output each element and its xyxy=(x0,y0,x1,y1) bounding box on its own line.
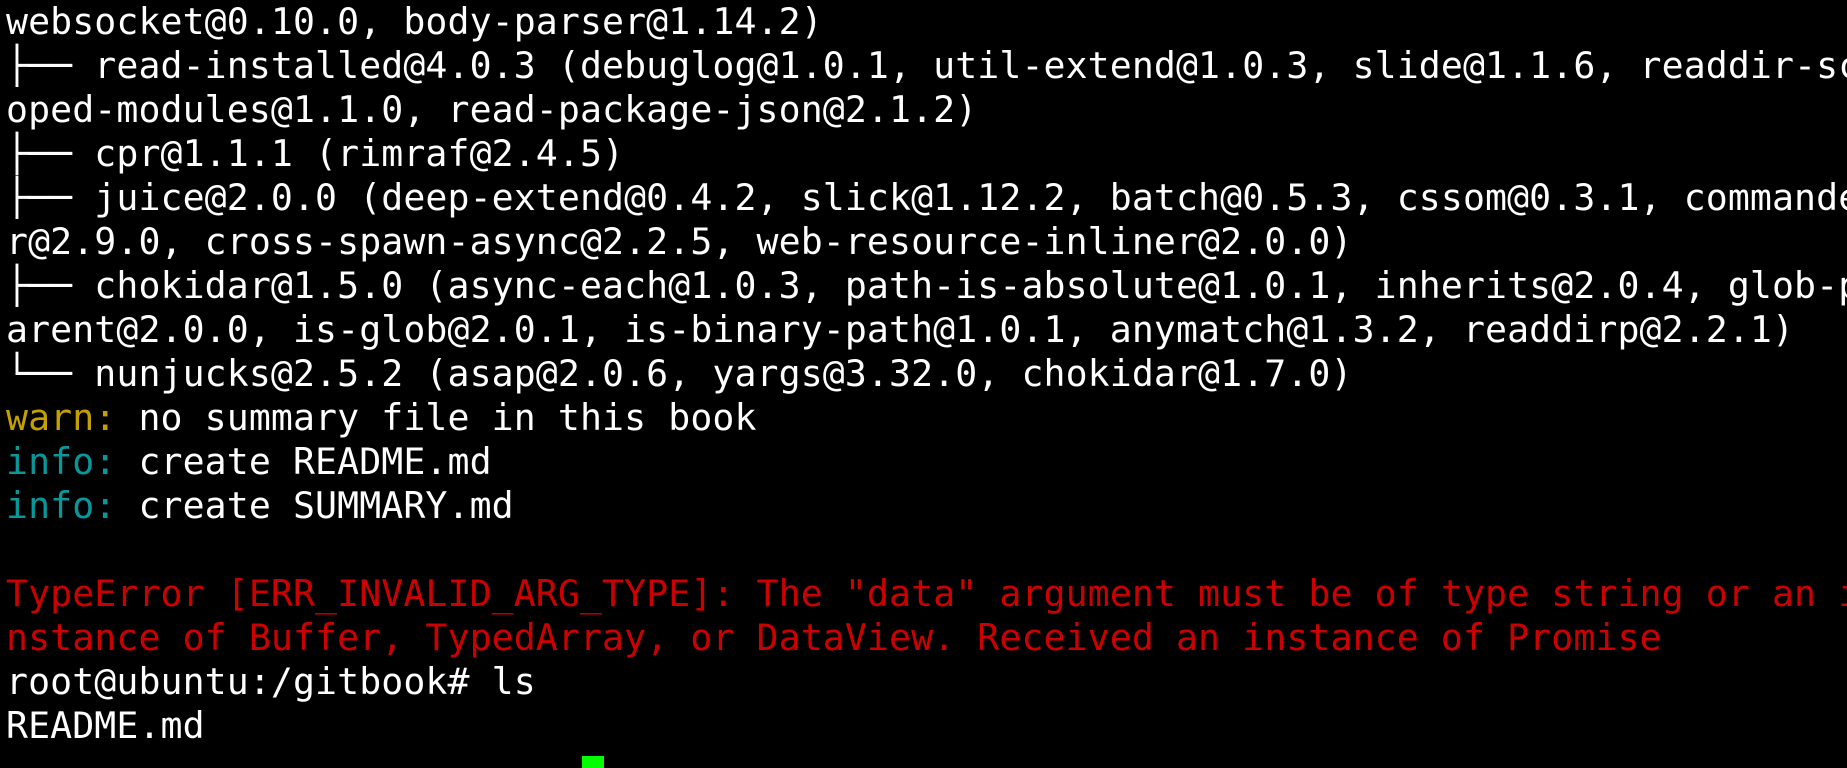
terminal-line: r@2.9.0, cross-spawn-async@2.2.5, web-re… xyxy=(6,220,1847,264)
terminal-line: info: create README.md xyxy=(6,440,1847,484)
terminal-text: README.md xyxy=(6,704,205,747)
terminal-line: ├── cpr@1.1.1 (rimraf@2.4.5) xyxy=(6,132,1847,176)
log-level-error: nstance of Buffer, TypedArray, or DataVi… xyxy=(6,616,1662,659)
log-level-error: TypeError [ERR_INVALID_ARG_TYPE]: The "d… xyxy=(6,572,1847,615)
terminal-text: arent@2.0.0, is-glob@2.0.1, is-binary-pa… xyxy=(6,308,1795,351)
terminal-text: ├── read-installed@4.0.3 (debuglog@1.0.1… xyxy=(6,44,1847,87)
terminal-text: ├── cpr@1.1.1 (rimraf@2.4.5) xyxy=(6,132,625,175)
terminal-output[interactable]: websocket@0.10.0, body-parser@1.14.2) ├──… xyxy=(6,0,1847,757)
terminal-line: oped-modules@1.1.0, read-package-json@2.… xyxy=(6,88,1847,132)
terminal-line: info: create SUMMARY.md xyxy=(6,484,1847,528)
terminal-line: ├── read-installed@4.0.3 (debuglog@1.0.1… xyxy=(6,44,1847,88)
terminal-line: └── nunjucks@2.5.2 (asap@2.0.6, yargs@3.… xyxy=(6,352,1847,396)
terminal-cursor xyxy=(582,756,604,768)
terminal-line: arent@2.0.0, is-glob@2.0.1, is-binary-pa… xyxy=(6,308,1847,352)
terminal-line: root@ubuntu:/gitbook# ls xyxy=(6,660,1847,704)
terminal-text: oped-modules@1.1.0, read-package-json@2.… xyxy=(6,88,978,131)
log-level-info: info: xyxy=(6,484,117,527)
log-level-info: info: xyxy=(6,440,117,483)
terminal-text: └── nunjucks@2.5.2 (asap@2.0.6, yargs@3.… xyxy=(6,352,1353,395)
terminal-line: README.md xyxy=(6,704,1847,748)
log-level-warn: warn: xyxy=(6,396,117,439)
cursor-line xyxy=(582,750,604,768)
terminal-line: ├── juice@2.0.0 (deep-extend@0.4.2, slic… xyxy=(6,176,1847,220)
terminal-text: no summary file in this book xyxy=(116,396,757,439)
terminal-text: create README.md xyxy=(116,440,492,483)
terminal-text: root@ubuntu:/gitbook# ls xyxy=(6,660,536,703)
terminal-line: TypeError [ERR_INVALID_ARG_TYPE]: The "d… xyxy=(6,572,1847,616)
terminal-line: warn: no summary file in this book xyxy=(6,396,1847,440)
terminal-text: websocket@0.10.0, body-parser@1.14.2) xyxy=(6,0,823,43)
terminal-text: ├── juice@2.0.0 (deep-extend@0.4.2, slic… xyxy=(6,176,1847,219)
terminal-text: create SUMMARY.md xyxy=(116,484,514,527)
terminal-line: ├── chokidar@1.5.0 (async-each@1.0.3, pa… xyxy=(6,264,1847,308)
terminal-line: websocket@0.10.0, body-parser@1.14.2) xyxy=(6,0,1847,44)
terminal-text: ├── chokidar@1.5.0 (async-each@1.0.3, pa… xyxy=(6,264,1847,307)
terminal-text: r@2.9.0, cross-spawn-async@2.2.5, web-re… xyxy=(6,220,1353,263)
terminal-line: nstance of Buffer, TypedArray, or DataVi… xyxy=(6,616,1847,660)
